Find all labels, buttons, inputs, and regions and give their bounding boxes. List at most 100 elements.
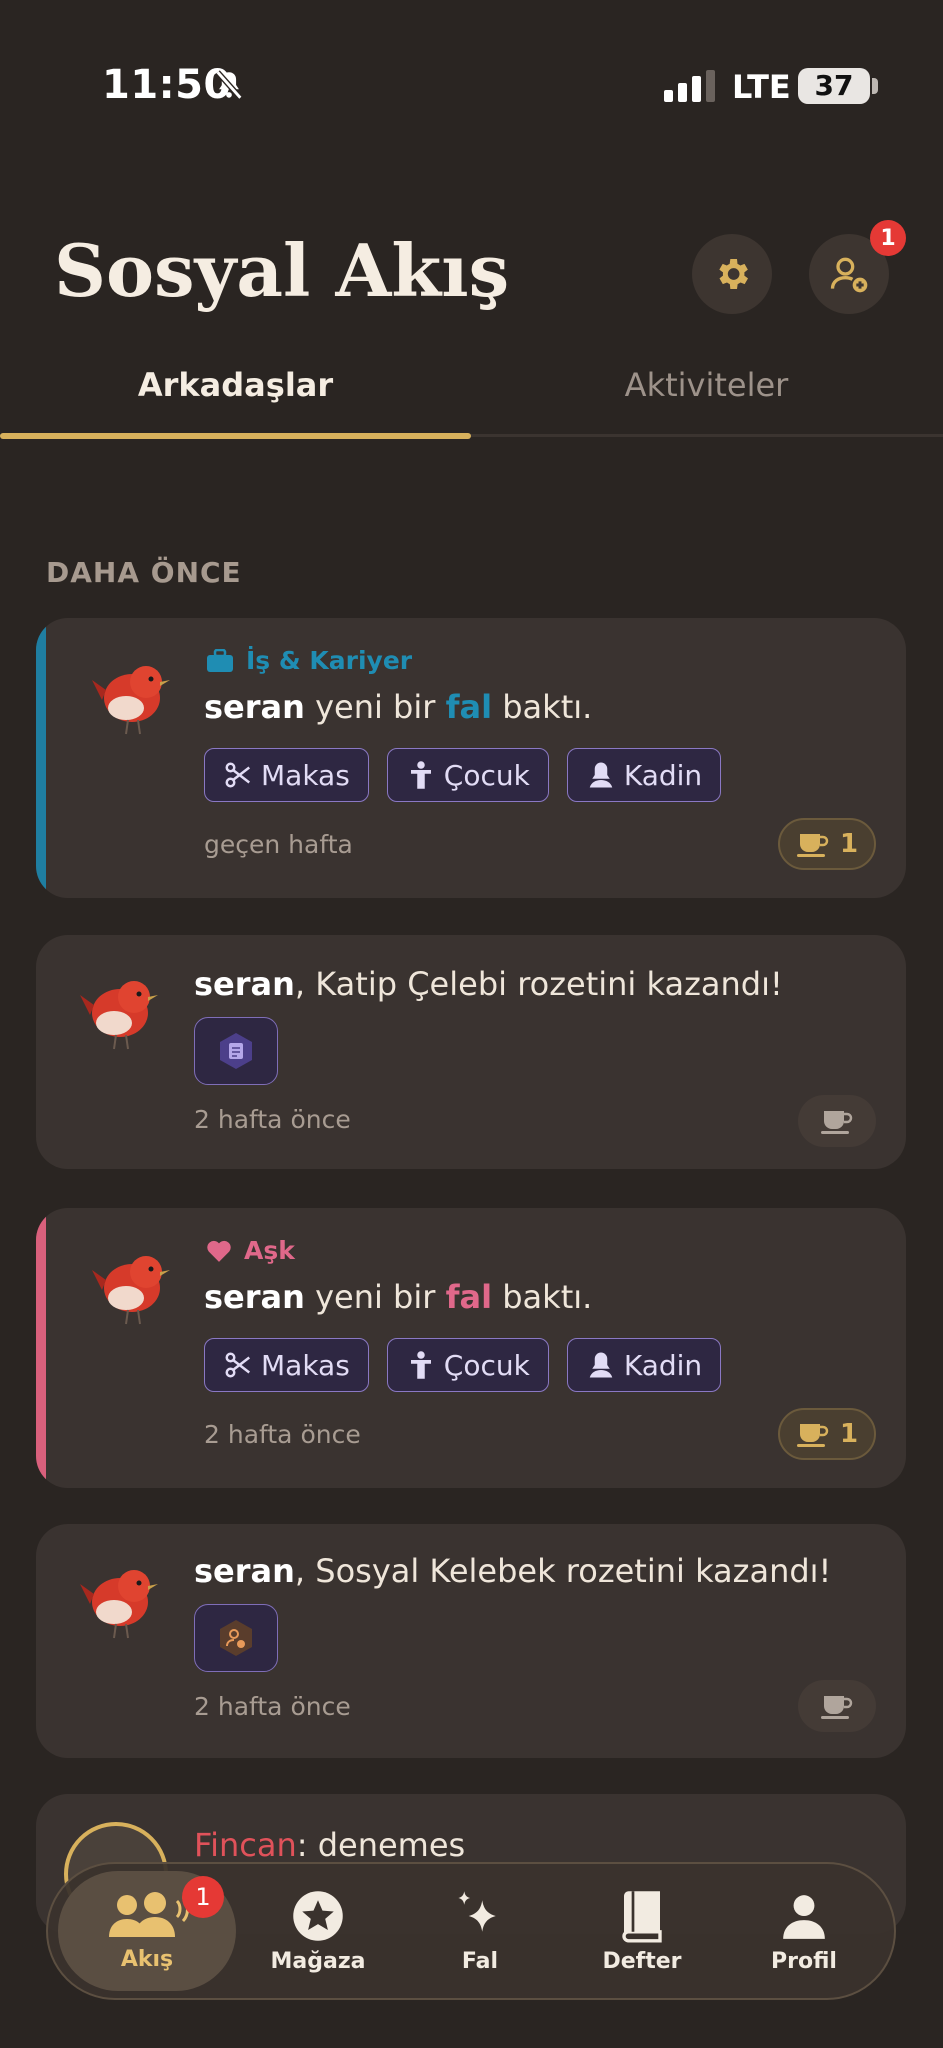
category-label: Aşk bbox=[206, 1236, 295, 1265]
book-icon bbox=[220, 1033, 252, 1069]
briefcase-icon bbox=[207, 648, 233, 672]
bird-avatar bbox=[80, 1570, 158, 1639]
battery-cap bbox=[872, 78, 878, 94]
nav-label: Defter bbox=[602, 1948, 682, 1974]
timestamp: 2 hafta önce bbox=[194, 1105, 351, 1134]
nav-item-fortune[interactable]: Fal bbox=[400, 1864, 560, 1998]
add-friend-icon bbox=[830, 257, 868, 293]
bird-avatar bbox=[92, 1256, 170, 1325]
bird-avatar bbox=[92, 666, 170, 735]
coffee-reaction-button[interactable] bbox=[798, 1095, 876, 1147]
feed-card[interactable]: seran, Katip Çelebi rozetini kazandı! 2 … bbox=[36, 935, 906, 1169]
headline-text: yeni bir bbox=[304, 1278, 446, 1316]
symbol-chip[interactable]: Makas bbox=[204, 748, 369, 802]
settings-button[interactable] bbox=[692, 234, 772, 314]
headline-text: yeni bir bbox=[304, 688, 446, 726]
symbol-chip[interactable]: Çocuk bbox=[386, 1338, 549, 1392]
scissors-icon bbox=[225, 1352, 251, 1378]
coffee-cup-icon bbox=[796, 834, 829, 857]
earned-badge[interactable] bbox=[194, 1017, 278, 1085]
woman-icon bbox=[589, 762, 613, 788]
feed-notification-badge: 1 bbox=[182, 1876, 224, 1918]
people-icon bbox=[109, 1891, 189, 1937]
username[interactable]: seran bbox=[194, 1552, 295, 1590]
nav-item-notebook[interactable]: Defter bbox=[562, 1864, 722, 1998]
scissors-icon bbox=[225, 762, 251, 788]
chip-label: Çocuk bbox=[443, 758, 530, 792]
category-label: İş & Kariyer bbox=[206, 646, 412, 675]
tab-activities[interactable]: Aktiviteler bbox=[471, 366, 942, 404]
username[interactable]: seran bbox=[204, 688, 305, 726]
timestamp: 2 hafta önce bbox=[194, 1692, 351, 1721]
child-icon bbox=[410, 761, 431, 789]
coffee-reaction-button[interactable]: 1 bbox=[778, 818, 876, 870]
nav-label: Mağaza bbox=[270, 1948, 366, 1974]
tab-friends[interactable]: Arkadaşlar bbox=[0, 366, 471, 404]
symbol-chip[interactable]: Çocuk bbox=[386, 748, 549, 802]
username[interactable]: seran bbox=[194, 965, 295, 1003]
activity-headline: Fincan: denemes bbox=[194, 1826, 465, 1864]
category-text: Aşk bbox=[244, 1236, 295, 1265]
child-icon bbox=[410, 1351, 431, 1379]
chip-label: Kadin bbox=[623, 1348, 703, 1382]
activity-headline: seran yeni bir fal baktı. bbox=[204, 688, 592, 726]
chip-label: Kadin bbox=[623, 758, 703, 792]
network-type: LTE bbox=[732, 68, 791, 106]
chip-label: Makas bbox=[261, 758, 350, 792]
person-icon bbox=[783, 1894, 825, 1939]
earned-badge[interactable] bbox=[194, 1604, 278, 1672]
feed-card[interactable]: Aşk seran yeni bir fal baktı. Makas Çocu… bbox=[36, 1208, 906, 1488]
friend-requests-badge: 1 bbox=[870, 220, 906, 256]
coffee-cup-icon bbox=[796, 1424, 829, 1447]
username[interactable]: seran bbox=[204, 1278, 305, 1316]
coffee-reaction-button[interactable]: 1 bbox=[778, 1408, 876, 1460]
activity-headline: seran, Sosyal Kelebek rozetini kazandı! bbox=[194, 1552, 831, 1590]
symbol-chips: Makas Çocuk Kadin bbox=[204, 1338, 722, 1392]
sparkle-icon bbox=[458, 1890, 496, 1932]
symbol-chips: Makas Çocuk Kadin bbox=[204, 748, 722, 802]
gear-icon bbox=[719, 259, 748, 289]
tab-active-indicator bbox=[0, 433, 471, 439]
nav-label: Fal bbox=[461, 1948, 499, 1974]
headline-text: baktı. bbox=[492, 1278, 593, 1316]
coffee-count: 1 bbox=[839, 829, 859, 859]
nav-label: Akış bbox=[120, 1946, 174, 1972]
coffee-cup-icon bbox=[821, 1111, 853, 1134]
user-plus-icon bbox=[220, 1620, 252, 1656]
symbol-chip[interactable]: Kadin bbox=[566, 748, 722, 802]
category-accent-bar bbox=[36, 618, 46, 898]
coffee-count: 1 bbox=[839, 1419, 859, 1449]
status-bar: 11:50 LTE 37 bbox=[0, 0, 943, 120]
nav-label: Profil bbox=[771, 1948, 837, 1974]
bottom-navigation: Akış Mağaza Fal Defter Profil bbox=[46, 1862, 896, 2000]
symbol-chip[interactable]: Makas bbox=[204, 1338, 369, 1392]
activity-headline: seran, Katip Çelebi rozetini kazandı! bbox=[194, 965, 783, 1003]
nav-item-store[interactable]: Mağaza bbox=[238, 1864, 398, 1998]
activity-headline: seran yeni bir fal baktı. bbox=[204, 1278, 592, 1316]
bell-muted-icon bbox=[215, 70, 243, 100]
page-title: Sosyal Akış bbox=[54, 228, 510, 313]
heart-icon bbox=[207, 1240, 231, 1262]
fortune-keyword[interactable]: fal bbox=[446, 1278, 492, 1316]
timestamp: geçen hafta bbox=[204, 830, 353, 859]
feed-card[interactable]: İş & Kariyer seran yeni bir fal baktı. M… bbox=[36, 618, 906, 898]
star-icon bbox=[293, 1890, 343, 1941]
category-accent-bar bbox=[36, 1208, 46, 1488]
symbol-chip[interactable]: Kadin bbox=[566, 1338, 722, 1392]
signal-icon bbox=[664, 70, 715, 102]
fortune-keyword[interactable]: fal bbox=[446, 688, 492, 726]
headline-text: , Sosyal Kelebek rozetini kazandı! bbox=[294, 1552, 832, 1590]
woman-icon bbox=[589, 1352, 613, 1378]
nav-item-profile[interactable]: Profil bbox=[724, 1864, 884, 1998]
battery-indicator: 37 bbox=[798, 68, 870, 104]
headline-text: : denemes bbox=[296, 1826, 466, 1864]
feed-card[interactable]: seran, Sosyal Kelebek rozetini kazandı! … bbox=[36, 1524, 906, 1758]
chip-label: Çocuk bbox=[443, 1348, 530, 1382]
headline-text: , Katip Çelebi rozetini kazandı! bbox=[294, 965, 783, 1003]
section-header: DAHA ÖNCE bbox=[46, 556, 242, 589]
username[interactable]: Fincan bbox=[194, 1826, 297, 1864]
coffee-reaction-button[interactable] bbox=[798, 1680, 876, 1732]
timestamp: 2 hafta önce bbox=[204, 1420, 361, 1449]
headline-text: baktı. bbox=[492, 688, 593, 726]
book-icon bbox=[622, 1890, 662, 1942]
